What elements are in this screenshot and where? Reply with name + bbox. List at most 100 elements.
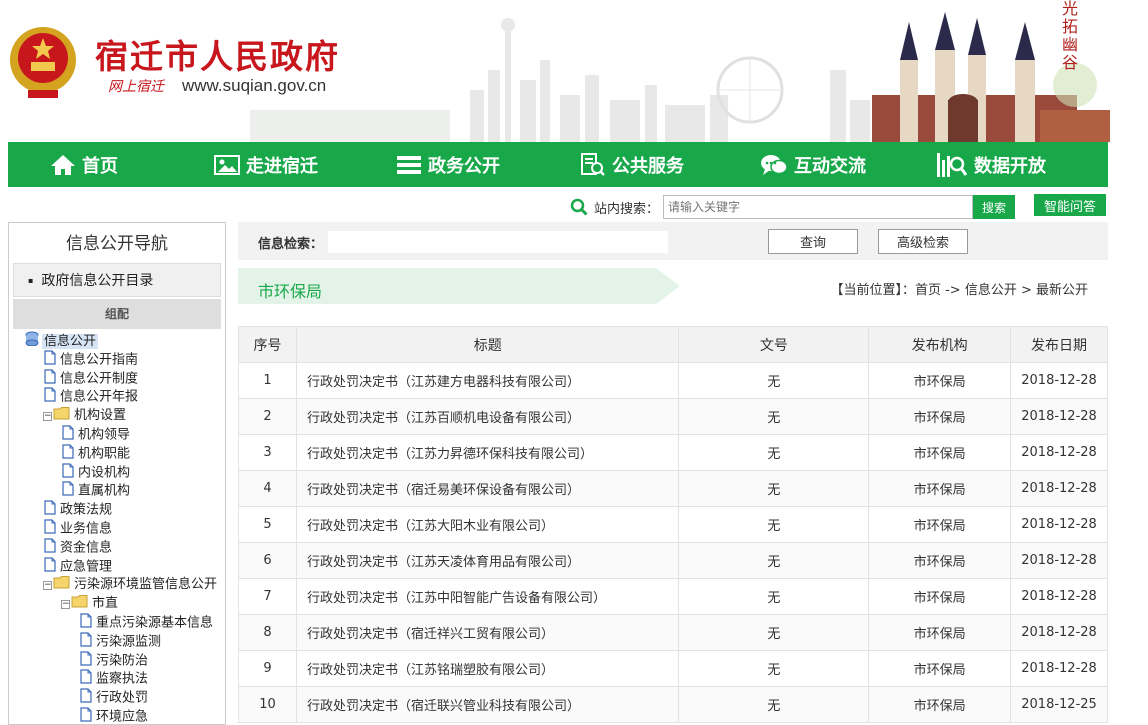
cell-publisher: 市环保局 <box>868 434 1012 471</box>
tree-item[interactable]: 业务信息 <box>9 519 225 538</box>
cell-doc-no: 无 <box>678 506 870 543</box>
col-date: 发布日期 <box>1010 326 1108 363</box>
search-icon <box>570 198 588 216</box>
nav-interaction-label: 互动交流 <box>794 155 866 177</box>
tree-item[interactable]: − 机构设置 <box>9 406 225 425</box>
cell-date: 2018-12-28 <box>1010 398 1108 435</box>
nav-home-label: 首页 <box>82 155 118 177</box>
nav-gov-affairs[interactable]: 政务公开 <box>396 142 500 187</box>
main-nav: 首页 走进宿迁 政务公开 公共服务 互动交流 数据开放 <box>8 142 1108 187</box>
home-icon <box>51 154 75 175</box>
cell-publisher: 市环保局 <box>868 506 1012 543</box>
section-header: 市环保局 【当前位置】：首页 -> 信息公开 > 最新公开 <box>238 268 1108 308</box>
table-row: 8 行政处罚决定书（宿迁祥兴工贸有限公司）无市环保局 2018-12-28 <box>238 614 1108 651</box>
nav-gov-affairs-label: 政务公开 <box>428 155 500 177</box>
tree-item[interactable]: 监察执法 <box>9 669 225 688</box>
tree-item[interactable]: 信息公开 <box>9 331 225 350</box>
cell-title[interactable]: 行政处罚决定书（江苏天凌体育用品有限公司） <box>295 542 680 579</box>
bullet-icon: ▪ <box>28 276 34 285</box>
query-button[interactable]: 查询 <box>768 229 858 254</box>
tree-item[interactable]: 资金信息 <box>9 538 225 557</box>
filter-bar: 信息检索： 查询 高级检索 <box>238 222 1108 260</box>
cell-index: 5 <box>238 506 297 543</box>
tree-item-label: 污染源监测 <box>96 634 162 650</box>
table-row: 1 行政处罚决定书（江苏建方电器科技有限公司）无市环保局 2018-12-28 <box>238 362 1108 399</box>
cell-title[interactable]: 行政处罚决定书（江苏力昇德环保科技有限公司） <box>295 434 680 471</box>
advanced-search-button[interactable]: 高级检索 <box>878 229 968 254</box>
filter-label: 信息检索： <box>258 237 324 252</box>
collapse-icon[interactable]: − <box>43 412 52 422</box>
tree-item[interactable]: 内设机构 <box>9 462 225 482</box>
collapse-icon[interactable]: − <box>43 581 52 591</box>
cell-publisher: 市环保局 <box>868 470 1012 507</box>
table-row: 10 行政处罚决定书（宿迁联兴管业科技有限公司）无市环保局 2018-12-25 <box>238 686 1108 723</box>
cell-title[interactable]: 行政处罚决定书（宿迁易美环保设备有限公司） <box>295 470 680 507</box>
tree-item[interactable]: − 市直 <box>9 594 225 613</box>
nav-home[interactable]: 首页 <box>50 142 118 187</box>
ai-qa-button[interactable]: 智能问答 <box>1034 194 1106 216</box>
collapse-icon[interactable]: − <box>61 600 70 610</box>
cell-index: 6 <box>238 542 297 579</box>
cell-index: 4 <box>238 470 297 507</box>
table-row: 9 行政处罚决定书（江苏铭瑞塑胶有限公司）无市环保局 2018-12-28 <box>238 650 1108 687</box>
tree-item[interactable]: 信息公开年报 <box>9 387 225 406</box>
calligraphy-text: 光拓幽谷 <box>1062 0 1079 72</box>
tree-item[interactable]: 污染源监测 <box>9 632 225 651</box>
cell-title[interactable]: 行政处罚决定书（江苏铭瑞塑胶有限公司） <box>295 650 680 687</box>
cell-doc-no: 无 <box>678 362 870 399</box>
cell-doc-no: 无 <box>678 434 870 471</box>
cell-title[interactable]: 行政处罚决定书（江苏建方电器科技有限公司） <box>295 362 680 399</box>
cell-doc-no: 无 <box>678 398 870 435</box>
tree-item[interactable]: 信息公开制度 <box>9 368 225 388</box>
national-emblem-icon <box>10 27 76 98</box>
tree-item[interactable]: 政策法规 <box>9 500 225 519</box>
cell-doc-no: 无 <box>678 650 870 687</box>
cell-date: 2018-12-28 <box>1010 614 1108 651</box>
table-row: 6 行政处罚决定书（江苏天凌体育用品有限公司）无市环保局 2018-12-28 <box>238 542 1108 579</box>
nav-interaction[interactable]: 互动交流 <box>760 142 866 187</box>
cell-index: 1 <box>238 362 297 399</box>
table-row: 5 行政处罚决定书（江苏大阳木业有限公司）无市环保局 2018-12-28 <box>238 506 1108 543</box>
cell-publisher: 市环保局 <box>868 614 1012 651</box>
tree-item-label: 业务信息 <box>60 521 113 537</box>
search-button[interactable]: 搜索 <box>973 195 1016 219</box>
search-input[interactable] <box>663 195 974 219</box>
cell-title[interactable]: 行政处罚决定书（宿迁联兴管业科技有限公司） <box>295 686 680 723</box>
cell-title[interactable]: 行政处罚决定书（江苏中阳智能广告设备有限公司） <box>295 578 680 615</box>
tree-item-label: 市直 <box>92 596 119 612</box>
cell-date: 2018-12-28 <box>1010 506 1108 543</box>
folder-icon <box>53 575 71 596</box>
tree-item[interactable]: 直属机构 <box>9 481 225 500</box>
tree-item[interactable]: 行政处罚 <box>9 688 225 707</box>
sidebar-category[interactable]: ▪ 政府信息公开目录 <box>13 263 221 297</box>
tree-item-label: 信息公开制度 <box>60 371 139 387</box>
tree-item[interactable]: 应急管理 <box>9 556 225 576</box>
tree-item-label: 内设机构 <box>78 465 131 481</box>
cell-publisher: 市环保局 <box>868 398 1012 435</box>
nav-public-service[interactable]: 公共服务 <box>580 142 684 187</box>
cell-publisher: 市环保局 <box>868 686 1012 723</box>
nav-about[interactable]: 走进宿迁 <box>214 142 318 187</box>
cell-date: 2018-12-25 <box>1010 686 1108 723</box>
tree-item[interactable]: 污染防治 <box>9 650 225 670</box>
site-url: www.suqian.gov.cn <box>182 76 327 95</box>
tree-item[interactable]: 机构职能 <box>9 444 225 463</box>
cell-publisher: 市环保局 <box>868 542 1012 579</box>
tree-item[interactable]: 信息公开指南 <box>9 350 225 369</box>
cell-title[interactable]: 行政处罚决定书（宿迁祥兴工贸有限公司） <box>295 614 680 651</box>
tree-item[interactable]: − 污染源环境监管信息公开 <box>9 575 225 594</box>
nav-open-data[interactable]: 数据开放 <box>936 142 1046 187</box>
info-table: 序号 标题 文号 发布机构 发布日期 1 行政处罚决定书（江苏建方电器科技有限公司… <box>238 326 1108 723</box>
cell-title[interactable]: 行政处罚决定书（江苏百顺机电设备有限公司） <box>295 398 680 435</box>
tree-item[interactable]: 重点污染源基本信息 <box>9 613 225 632</box>
tree-item-label: 信息公开年报 <box>60 389 139 405</box>
picture-icon <box>214 154 240 175</box>
tree-item[interactable]: 机构领导 <box>9 425 225 444</box>
cell-title[interactable]: 行政处罚决定书（江苏大阳木业有限公司） <box>295 506 680 543</box>
folder-icon <box>53 406 71 427</box>
col-publisher: 发布机构 <box>868 326 1012 363</box>
tree-item[interactable]: 环境应急 <box>9 707 225 724</box>
col-doc-no: 文号 <box>678 326 870 363</box>
filter-input[interactable] <box>328 231 668 253</box>
table-body: 1 行政处罚决定书（江苏建方电器科技有限公司）无市环保局 2018-12-28 2 行政… <box>238 362 1108 723</box>
